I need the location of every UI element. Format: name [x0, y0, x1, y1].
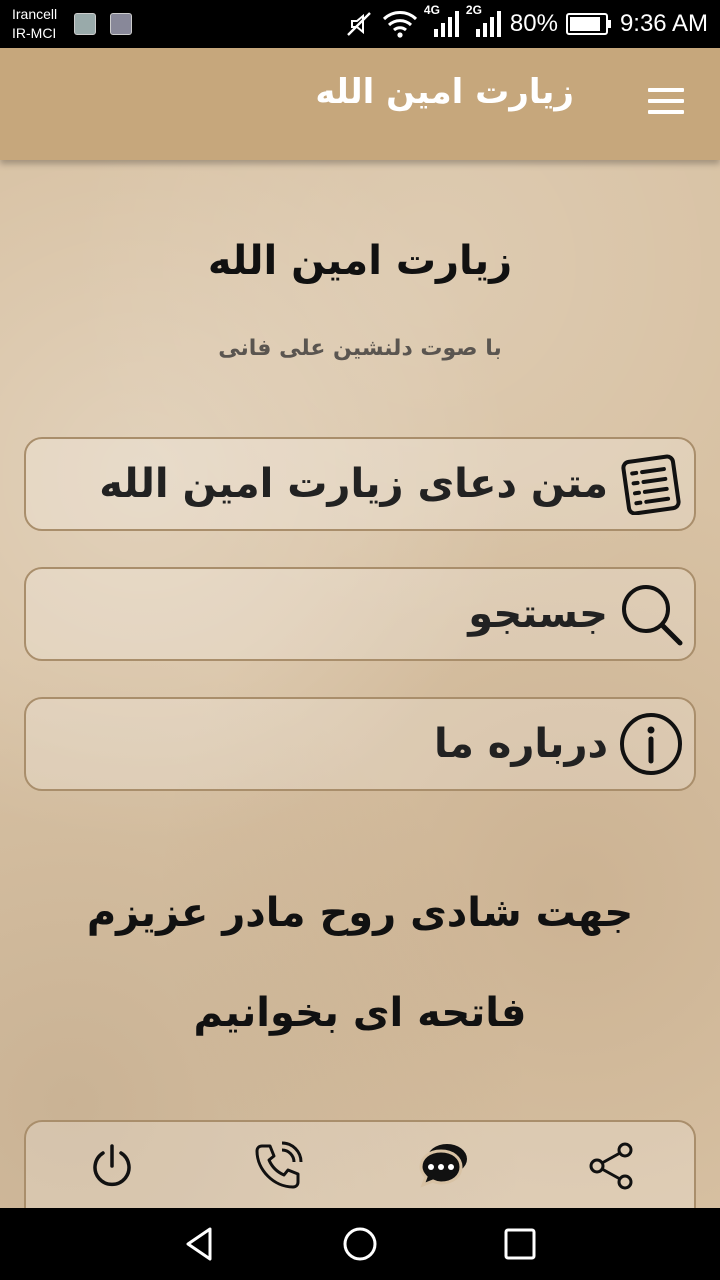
- app-bar: زیارت امین الله: [0, 48, 720, 160]
- dedication-line-2: فاتحه ای بخوانیم: [193, 990, 527, 1036]
- home-icon: [343, 1227, 377, 1261]
- system-navigation-bar: [0, 1208, 720, 1280]
- home-button[interactable]: [338, 1222, 382, 1266]
- notification-image-icon: [110, 13, 132, 35]
- hamburger-menu-button[interactable]: [646, 84, 686, 118]
- signal-2g-icon: 2G: [466, 3, 502, 39]
- menu-line: [648, 99, 684, 103]
- carrier-2: IR-MCI: [12, 25, 57, 41]
- signal-4g-icon: 4G: [424, 3, 460, 39]
- menu-line: [648, 88, 684, 92]
- menu-item-search[interactable]: جستجو: [24, 567, 696, 661]
- status-bar: Irancell IR-MCI 4G 2G 80% 9:36 AM: [0, 0, 720, 48]
- carrier-info: Irancell IR-MCI: [12, 5, 57, 43]
- carrier-1: Irancell: [12, 6, 58, 22]
- status-icons: 4G 2G 80% 9:36 AM: [344, 0, 708, 48]
- call-button[interactable]: [248, 1136, 308, 1196]
- recents-icon: [504, 1228, 536, 1260]
- recents-button[interactable]: [498, 1222, 542, 1266]
- page-heading: زیارت امین الله: [207, 238, 513, 284]
- back-icon: [186, 1227, 212, 1261]
- power-icon: [93, 1144, 131, 1187]
- back-button[interactable]: [178, 1222, 222, 1266]
- menu-item-about[interactable]: درباره ما: [24, 697, 696, 791]
- phone-call-icon: [255, 1141, 303, 1189]
- menu-item-label: درباره ما: [434, 721, 608, 767]
- app-title: زیارت امین الله: [315, 72, 574, 112]
- mute-icon: [344, 9, 374, 39]
- menu-item-prayer-text[interactable]: متن دعای زیارت امین الله: [24, 437, 696, 531]
- main-content: زیارت امین الله با صوت دلنشین علی فانی م…: [0, 160, 720, 1208]
- menu-line: [648, 110, 684, 114]
- network-2g-label: 2G: [465, 3, 482, 17]
- network-4g-label: 4G: [423, 3, 440, 17]
- menu-item-label: جستجو: [468, 591, 608, 637]
- page-subheading: با صوت دلنشین علی فانی: [218, 336, 502, 361]
- wifi-icon: [382, 9, 418, 39]
- menu-item-label: متن دعای زیارت امین الله: [99, 461, 608, 507]
- search-icon: [618, 581, 684, 647]
- notification-app-icon: [74, 13, 96, 35]
- list-document-icon: [618, 451, 684, 517]
- chat-icon: [419, 1144, 467, 1188]
- chat-button[interactable]: [414, 1136, 474, 1196]
- battery-icon: [565, 12, 612, 36]
- dedication-line-1: جهت شادی روح مادر عزیزم: [86, 890, 634, 936]
- share-icon: [589, 1142, 633, 1190]
- info-icon: [618, 711, 684, 777]
- share-button[interactable]: [582, 1136, 642, 1196]
- clock: 9:36 AM: [619, 10, 708, 37]
- bottom-toolbar: [24, 1120, 696, 1208]
- power-button[interactable]: [82, 1136, 142, 1196]
- battery-percent: 80%: [509, 10, 558, 37]
